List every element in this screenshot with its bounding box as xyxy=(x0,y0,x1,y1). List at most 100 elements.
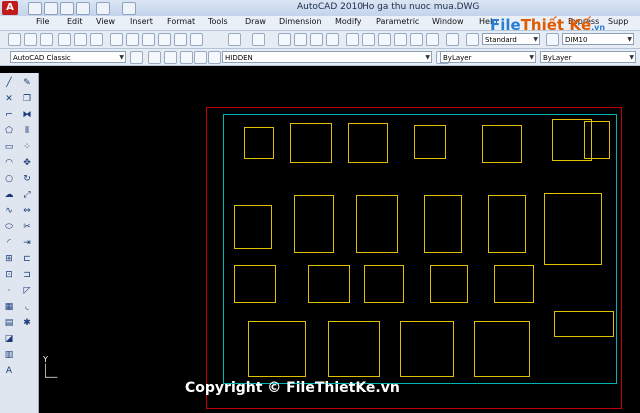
ellipse-icon[interactable]: ⬭ xyxy=(3,221,15,233)
revision-cloud-icon[interactable]: ☁ xyxy=(3,189,15,201)
open-file-icon[interactable] xyxy=(24,33,37,46)
table-icon[interactable]: ▥ xyxy=(3,349,15,361)
detail-plan xyxy=(414,125,446,159)
lock-icon[interactable] xyxy=(208,51,221,64)
region-icon[interactable]: ◪ xyxy=(3,333,15,345)
offset-icon[interactable]: ⫴ xyxy=(21,125,33,137)
menu-dimension[interactable]: Dimension xyxy=(279,17,322,26)
undo-tb-icon[interactable] xyxy=(228,33,241,46)
line-icon[interactable]: ╱ xyxy=(3,77,15,89)
help-icon[interactable] xyxy=(446,33,459,46)
paste-icon[interactable] xyxy=(158,33,171,46)
menu-modify[interactable]: Modify xyxy=(335,17,362,26)
menu-view[interactable]: View xyxy=(96,17,115,26)
workspace-select[interactable]: AutoCAD Classic ▼ xyxy=(10,51,126,63)
detail-plan xyxy=(482,125,522,163)
undo-icon[interactable] xyxy=(76,2,90,15)
move-icon[interactable]: ✥ xyxy=(21,157,33,169)
polygon-icon[interactable]: ⬠ xyxy=(3,125,15,137)
mtext-icon[interactable]: A xyxy=(3,365,15,377)
chamfer-icon[interactable]: ◸ xyxy=(21,285,33,297)
linetype-select[interactable]: ByLayer ▼ xyxy=(540,51,636,63)
layer-select[interactable]: HIDDEN ▼ xyxy=(222,51,432,63)
lightbulb-icon[interactable] xyxy=(180,51,193,64)
hatch-icon[interactable]: ▦ xyxy=(3,301,15,313)
markup-icon[interactable] xyxy=(410,33,423,46)
spline-icon[interactable]: ∿ xyxy=(3,205,15,217)
layer-state-icon[interactable] xyxy=(164,51,177,64)
save-icon[interactable] xyxy=(60,2,74,15)
menu-parametric[interactable]: Parametric xyxy=(376,17,419,26)
construction-line-icon[interactable]: ✕ xyxy=(3,93,15,105)
zoom-realtime-icon[interactable] xyxy=(294,33,307,46)
print-icon[interactable] xyxy=(58,33,71,46)
new-icon[interactable] xyxy=(28,2,42,15)
insert-block-icon[interactable]: ⊞ xyxy=(3,253,15,265)
copy-object-icon[interactable]: ❐ xyxy=(21,93,33,105)
publish-icon[interactable] xyxy=(90,33,103,46)
quickcalc-icon[interactable] xyxy=(426,33,439,46)
workspace-settings-icon[interactable] xyxy=(130,51,143,64)
gradient-icon[interactable]: ▤ xyxy=(3,317,15,329)
mirror-icon[interactable]: ⧓ xyxy=(21,109,33,121)
zoom-window-icon[interactable] xyxy=(310,33,323,46)
plot-icon[interactable] xyxy=(122,2,136,15)
trim-icon[interactable]: ✂ xyxy=(21,221,33,233)
scale-icon[interactable]: ⤢ xyxy=(21,189,33,201)
detail-section xyxy=(248,321,306,377)
menu-edit[interactable]: Edit xyxy=(67,17,83,26)
qnew-icon[interactable] xyxy=(8,33,21,46)
save-file-icon[interactable] xyxy=(40,33,53,46)
properties-icon[interactable] xyxy=(346,33,359,46)
redo-icon[interactable] xyxy=(96,2,110,15)
copy-icon[interactable] xyxy=(142,33,155,46)
join-icon[interactable]: ⊐ xyxy=(21,269,33,281)
plot-preview-icon[interactable] xyxy=(74,33,87,46)
document-title: Ho ga thu nuoc mua.DWG xyxy=(362,2,480,12)
zoom-previous-icon[interactable] xyxy=(326,33,339,46)
chevron-down-icon: ▼ xyxy=(119,54,124,61)
erase-icon[interactable]: ✎ xyxy=(21,77,33,89)
text-style-select[interactable]: Standard ▼ xyxy=(482,33,540,45)
rotate-icon[interactable]: ↻ xyxy=(21,173,33,185)
autocad-logo-icon[interactable]: A xyxy=(2,1,18,15)
extend-icon[interactable]: ⇥ xyxy=(21,237,33,249)
sun-icon[interactable] xyxy=(194,51,207,64)
dim-style-icon[interactable] xyxy=(546,33,559,46)
dim-style-select[interactable]: DIM10 ▼ xyxy=(562,33,634,45)
menu-window[interactable]: Window xyxy=(432,17,464,26)
point-icon[interactable]: · xyxy=(3,285,15,297)
pan-icon[interactable] xyxy=(278,33,291,46)
fillet-icon[interactable]: ◟ xyxy=(21,301,33,313)
break-icon[interactable]: ⊏ xyxy=(21,253,33,265)
polyline-icon[interactable]: ⌐ xyxy=(3,109,15,121)
ellipse-arc-icon[interactable]: ◜ xyxy=(3,237,15,249)
3d-dwf-icon[interactable] xyxy=(110,33,123,46)
cut-icon[interactable] xyxy=(126,33,139,46)
make-block-icon[interactable]: ⊡ xyxy=(3,269,15,281)
stretch-icon[interactable]: ⇔ xyxy=(21,205,33,217)
tool-palettes-icon[interactable] xyxy=(378,33,391,46)
block-editor-icon[interactable] xyxy=(190,33,203,46)
menu-draw[interactable]: Draw xyxy=(245,17,266,26)
drawing-canvas[interactable]: Y │ └── Copyright © FileThietKe.vn xyxy=(39,73,640,413)
arc-icon[interactable]: ◠ xyxy=(3,157,15,169)
match-properties-icon[interactable] xyxy=(174,33,187,46)
menu-supp[interactable]: Supp xyxy=(608,17,628,26)
title-block xyxy=(554,311,614,337)
sheet-set-icon[interactable] xyxy=(394,33,407,46)
menu-tools[interactable]: Tools xyxy=(208,17,228,26)
menu-file[interactable]: File xyxy=(36,17,49,26)
design-center-icon[interactable] xyxy=(362,33,375,46)
color-select[interactable]: ByLayer ▼ xyxy=(440,51,536,63)
rectangle-icon[interactable]: ▭ xyxy=(3,141,15,153)
circle-icon[interactable]: ○ xyxy=(3,173,15,185)
menu-insert[interactable]: Insert xyxy=(130,17,153,26)
menu-format[interactable]: Format xyxy=(167,17,195,26)
redo-tb-icon[interactable] xyxy=(252,33,265,46)
layer-properties-icon[interactable] xyxy=(148,51,161,64)
open-icon[interactable] xyxy=(44,2,58,15)
text-style-icon[interactable] xyxy=(466,33,479,46)
explode-icon[interactable]: ✱ xyxy=(21,317,33,329)
array-icon[interactable]: ⁘ xyxy=(21,141,33,153)
